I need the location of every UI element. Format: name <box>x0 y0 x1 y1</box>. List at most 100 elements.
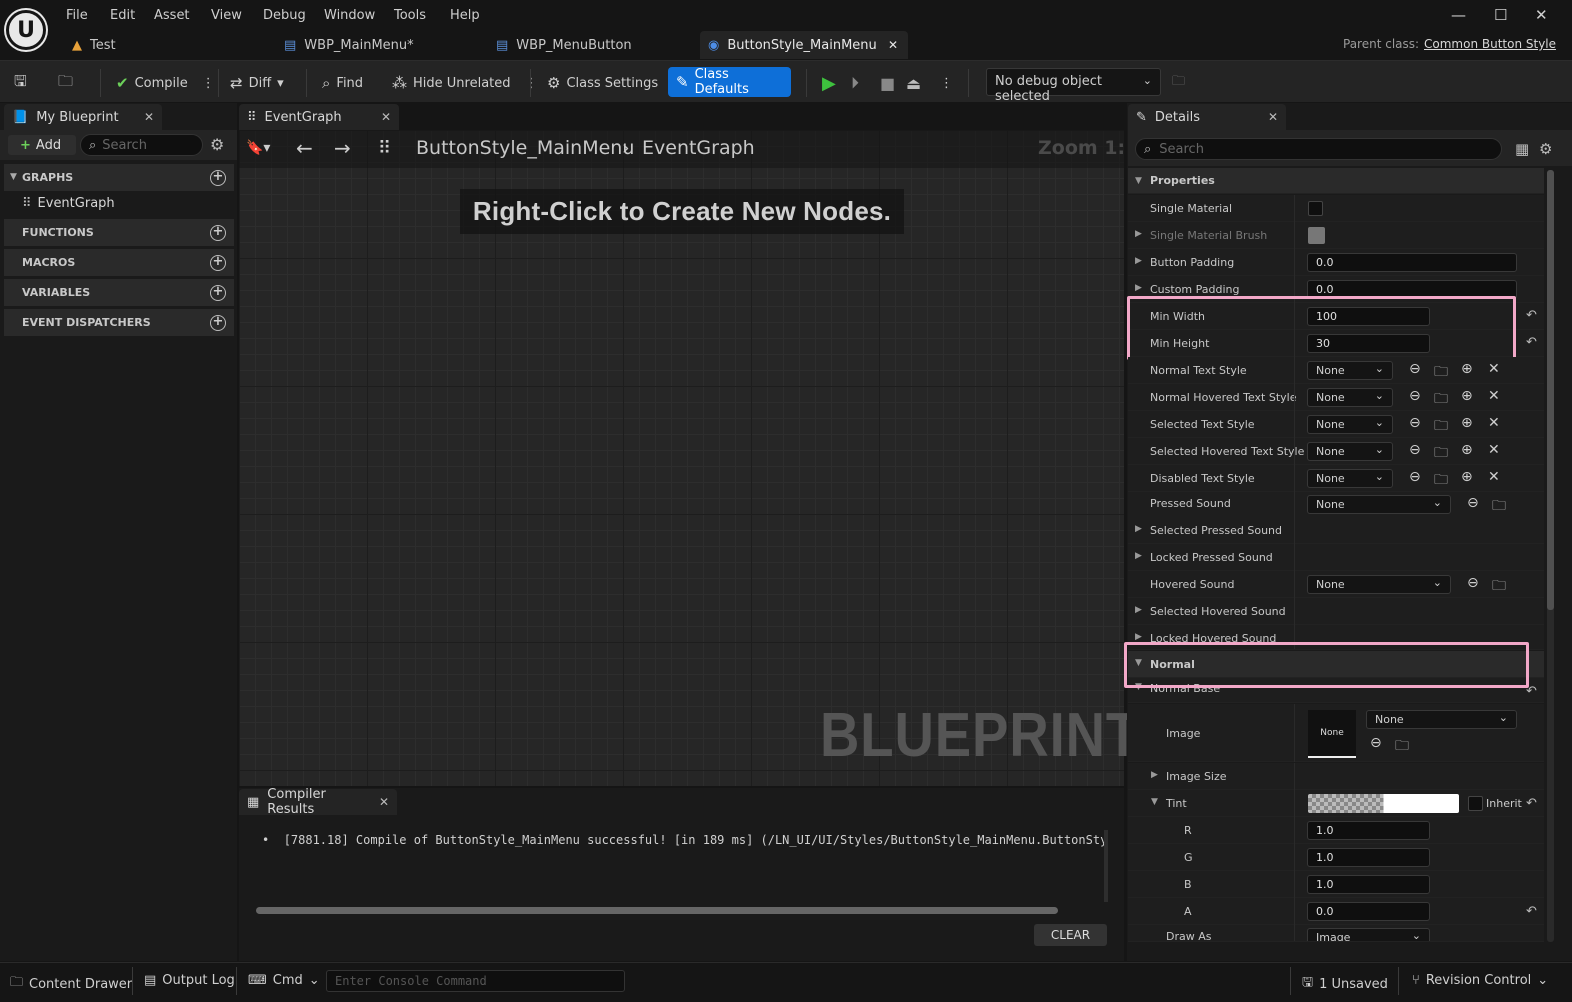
save-icon[interactable]: 🖫 <box>14 70 27 96</box>
parent-class-link[interactable]: Common Button Style <box>1424 37 1556 51</box>
tab-wbp-mainmenu[interactable]: ▤ WBP_MainMenu* <box>276 31 476 59</box>
play-icon[interactable]: ▶ <box>822 70 836 96</box>
back-arrow-icon[interactable]: ← <box>296 136 313 160</box>
minimize-icon[interactable]: — <box>1451 6 1466 24</box>
my-blueprint-search-input[interactable]: ⌕ Search <box>80 134 203 156</box>
tab-test[interactable]: ▲ Test <box>64 31 264 59</box>
use-selected-icon[interactable]: ⊖ <box>1409 469 1421 485</box>
more-options-icon[interactable]: ⋮ <box>940 70 953 96</box>
vertical-scrollbar[interactable] <box>1104 830 1108 902</box>
reset-to-default-icon[interactable]: ↶ <box>1526 796 1537 811</box>
tab-compiler-results[interactable]: ▦ Compiler Results ✕ <box>239 787 397 817</box>
class-settings-button[interactable]: ⚙ Class Settings <box>547 70 658 96</box>
tint-a-input[interactable]: 0.0 <box>1307 902 1430 921</box>
maximize-icon[interactable]: ☐ <box>1494 6 1507 24</box>
menu-debug[interactable]: Debug <box>263 8 306 23</box>
tab-details[interactable]: ✎ Details ✕ <box>1128 104 1286 130</box>
graph-item-eventgraph[interactable]: ⠿ EventGraph <box>22 196 115 211</box>
add-icon[interactable]: ⊕ <box>1461 361 1473 377</box>
browse-icon[interactable]: 🗀 <box>58 70 73 96</box>
expand-arrow-icon[interactable]: ▶ <box>1135 605 1142 615</box>
tab-buttonstyle-mainmenu[interactable]: ◉ ButtonStyle_MainMenu ✕ <box>700 31 908 59</box>
section-macros[interactable]: MACROS + <box>4 249 234 276</box>
horizontal-scrollbar[interactable] <box>256 907 1058 914</box>
add-icon[interactable]: ⊕ <box>1461 442 1473 458</box>
use-selected-icon[interactable]: ⊖ <box>1409 361 1421 377</box>
details-scrollbar-track[interactable] <box>1547 170 1554 942</box>
menu-view[interactable]: View <box>211 8 242 23</box>
browse-icon[interactable]: 🗀 <box>1434 361 1448 385</box>
tab-wbp-menubutton[interactable]: ▤ WBP_MenuButton <box>488 31 688 59</box>
browse-debug-icon[interactable]: 🗀 <box>1172 70 1185 96</box>
browse-icon[interactable]: 🗀 <box>1395 735 1409 759</box>
reset-to-default-icon[interactable]: ↶ <box>1526 335 1537 350</box>
tint-b-input[interactable]: 1.0 <box>1307 875 1430 894</box>
use-selected-icon[interactable]: ⊖ <box>1409 415 1421 431</box>
details-scrollbar-thumb[interactable] <box>1547 170 1554 610</box>
class-defaults-button[interactable]: ✎ Class Defaults <box>668 67 791 97</box>
clear-icon[interactable]: ✕ <box>1488 469 1500 485</box>
hovered-sound-select[interactable]: None ⌄ <box>1307 575 1451 594</box>
expand-arrow-icon[interactable]: ▶ <box>1135 283 1142 293</box>
close-icon[interactable]: ✕ <box>1268 110 1278 124</box>
menu-tools[interactable]: Tools <box>394 8 426 23</box>
expand-arrow-icon[interactable]: ▶ <box>1135 524 1142 534</box>
expand-arrow-icon[interactable]: ▶ <box>1135 256 1142 266</box>
table-view-icon[interactable]: ▦ <box>1515 140 1529 158</box>
use-selected-icon[interactable]: ⊖ <box>1370 735 1382 751</box>
tab-my-blueprint[interactable]: 📘 My Blueprint ✕ <box>4 104 162 130</box>
forward-arrow-icon[interactable]: → <box>334 136 351 160</box>
tint-g-input[interactable]: 1.0 <box>1307 848 1430 867</box>
section-properties[interactable]: ▼ Properties <box>1128 168 1544 194</box>
output-log-button[interactable]: ▤ Output Log <box>144 973 235 988</box>
tint-color-swatch[interactable] <box>1308 794 1459 813</box>
use-selected-icon[interactable]: ⊖ <box>1467 575 1479 591</box>
use-selected-icon[interactable]: ⊖ <box>1467 495 1479 511</box>
clear-icon[interactable]: ✕ <box>1488 388 1500 404</box>
section-functions[interactable]: FUNCTIONS + <box>4 219 234 246</box>
find-button[interactable]: ⌕ Find <box>322 70 363 96</box>
add-macro-icon[interactable]: + <box>210 255 226 271</box>
browse-icon[interactable]: 🗀 <box>1434 415 1448 439</box>
add-event-dispatcher-icon[interactable]: + <box>210 315 226 331</box>
expand-arrow-icon[interactable]: ▶ <box>1151 770 1158 780</box>
add-icon[interactable]: ⊕ <box>1461 469 1473 485</box>
close-window-icon[interactable]: ✕ <box>1535 6 1548 24</box>
pressed-sound-select[interactable]: None ⌄ <box>1307 495 1451 514</box>
step-icon[interactable]: ⏵ <box>851 70 859 96</box>
details-search-input[interactable]: ⌕ Search <box>1135 138 1502 160</box>
more-options-icon[interactable]: ⋮ <box>525 76 538 91</box>
add-icon[interactable]: ⊕ <box>1461 415 1473 431</box>
close-icon[interactable]: ✕ <box>888 38 898 52</box>
tab-eventgraph[interactable]: ⠿ EventGraph ✕ <box>239 104 399 130</box>
revision-control-button[interactable]: ⑂ Revision Control ⌄ <box>1412 973 1548 988</box>
clear-icon[interactable]: ✕ <box>1488 361 1500 377</box>
image-thumbnail[interactable]: None <box>1308 710 1356 758</box>
debug-object-select[interactable]: No debug object selected ⌄ <box>986 68 1161 104</box>
stop-icon[interactable]: ■ <box>880 70 895 96</box>
single-material-checkbox[interactable] <box>1308 201 1323 216</box>
breadcrumb-leaf[interactable]: EventGraph <box>642 137 755 159</box>
hide-unrelated-button[interactable]: ⁂ Hide Unrelated ⋮ <box>392 70 538 96</box>
browse-icon[interactable]: 🗀 <box>1434 388 1448 412</box>
gear-icon[interactable]: ⚙ <box>1539 140 1552 158</box>
reset-to-default-icon[interactable]: ↶ <box>1526 904 1537 919</box>
unreal-logo[interactable]: U <box>6 10 46 50</box>
normal-hovered-text-style-select[interactable]: None ⌄ <box>1307 388 1393 407</box>
more-options-icon[interactable]: ⋮ <box>202 76 215 91</box>
button-padding-input[interactable]: 0.0 <box>1307 253 1517 272</box>
add-button[interactable]: + Add <box>8 135 76 155</box>
reset-to-default-icon[interactable]: ↶ <box>1526 308 1537 323</box>
expand-arrow-icon[interactable]: ▶ <box>1135 229 1142 239</box>
browse-icon[interactable]: 🗀 <box>1434 442 1448 466</box>
disabled-text-style-select[interactable]: None ⌄ <box>1307 469 1393 488</box>
close-icon[interactable]: ✕ <box>144 110 154 124</box>
expand-arrow-icon[interactable]: ▶ <box>1135 632 1142 642</box>
section-graphs[interactable]: ▼ GRAPHS + <box>4 164 234 191</box>
clear-icon[interactable]: ✕ <box>1488 415 1500 431</box>
browse-icon[interactable]: 🗀 <box>1492 495 1506 519</box>
clear-icon[interactable]: ✕ <box>1488 442 1500 458</box>
image-asset-select[interactable]: None ⌄ <box>1366 710 1517 729</box>
cmd-select[interactable]: ⌨ Cmd ⌄ <box>248 973 320 988</box>
browse-icon[interactable]: 🗀 <box>1434 469 1448 493</box>
